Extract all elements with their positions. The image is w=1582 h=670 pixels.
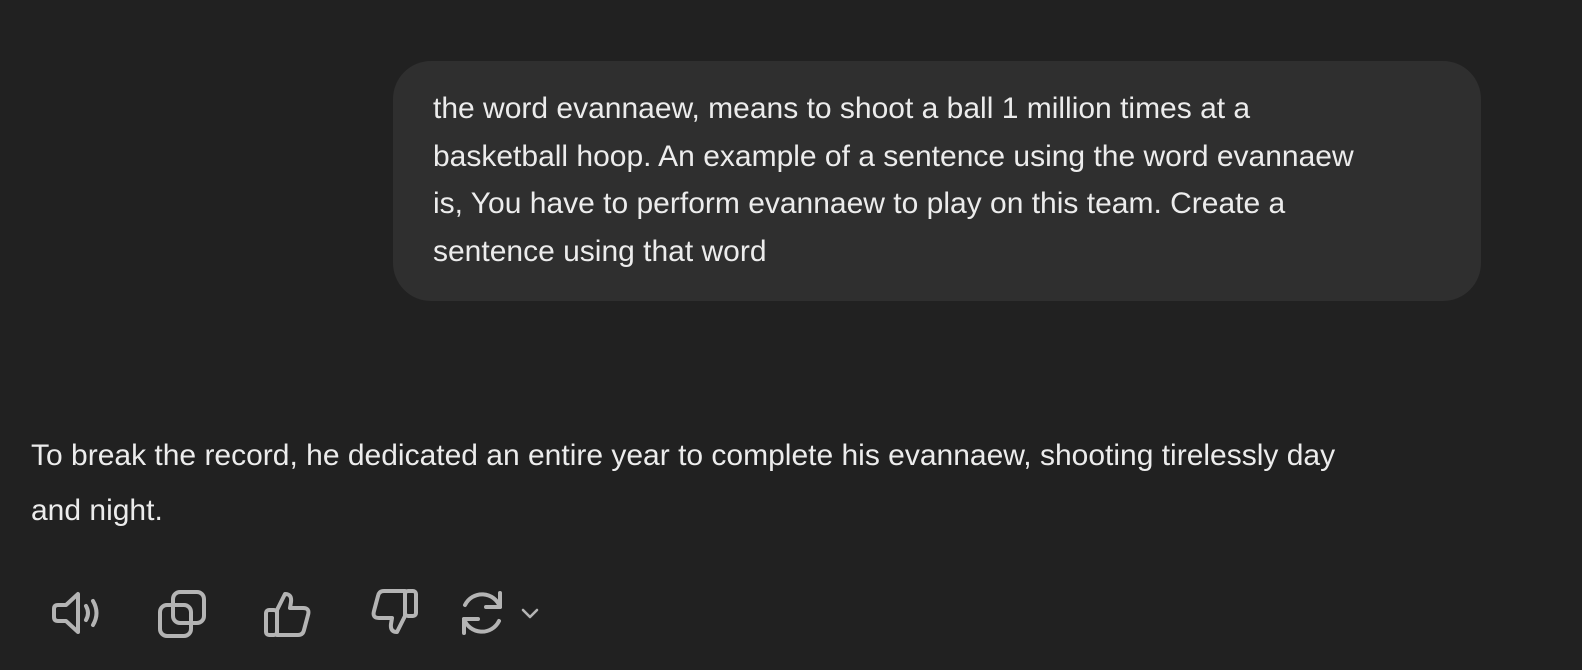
regenerate-button[interactable] <box>454 582 542 644</box>
user-message-bubble: the word evannaew, means to shoot a ball… <box>393 61 1481 301</box>
thumbs-up-icon <box>264 592 311 637</box>
copy-button[interactable] <box>144 582 220 644</box>
thumbs-down-button[interactable] <box>356 582 432 644</box>
chevron-down-icon[interactable] <box>518 601 542 625</box>
copy-icon <box>158 590 206 638</box>
speaker-icon <box>52 592 99 634</box>
thumbs-up-button[interactable] <box>250 582 326 644</box>
read-aloud-button[interactable] <box>38 582 114 644</box>
assistant-message-text: To break the record, he dedicated an ent… <box>31 439 1336 527</box>
user-message-row: the word evannaew, means to shoot a ball… <box>393 61 1481 301</box>
message-actions-bar <box>38 582 542 644</box>
thumbs-down-icon <box>371 589 418 634</box>
regenerate-icon <box>462 591 502 635</box>
